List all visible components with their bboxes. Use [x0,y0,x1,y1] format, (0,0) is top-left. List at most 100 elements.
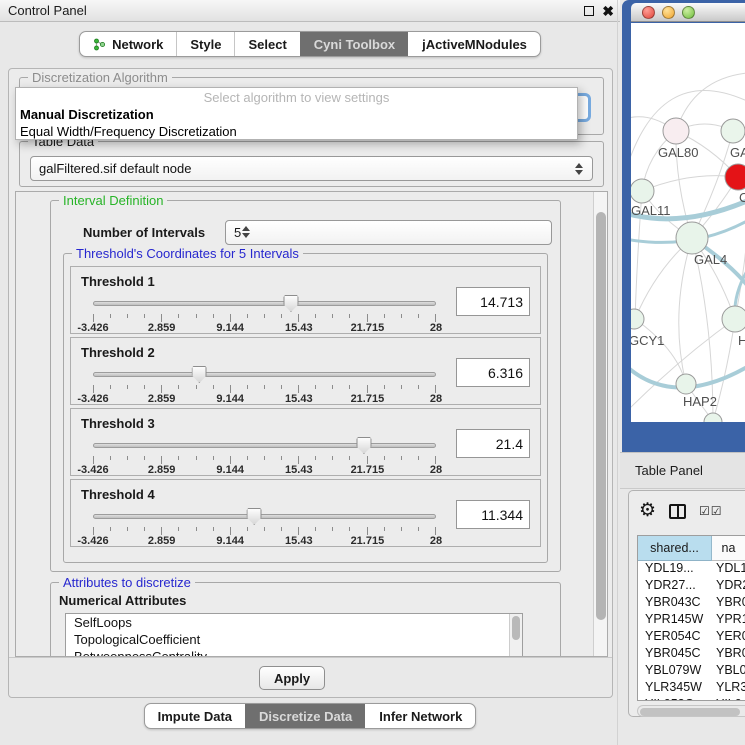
network-node-gcy1[interactable] [631,309,644,329]
control-panel-tabs: Network Style Select Cyni Toolbox jActiveMNo… [79,31,541,57]
cell-name: YPR1 [712,612,745,629]
slider-thumb[interactable] [283,295,298,312]
tab-infer-network[interactable]: Infer Network [365,704,475,728]
apply-row: Apply [9,657,612,697]
table-row[interactable]: YLR345WYLR3 [638,680,745,697]
network-node-gal80[interactable] [663,118,689,144]
scale-tick-label: 15.43 [285,393,313,405]
table-panel: ⚙ ☑☑ shared... na YDL19...YDL1YDR27...YD… [628,490,745,717]
gear-icon[interactable]: ⚙ [639,499,656,523]
slider-thumb[interactable] [356,437,371,454]
vertical-scrollbar[interactable] [593,192,607,656]
slider-thumb[interactable] [247,508,262,525]
select-columns-checkboxes-icon[interactable]: ☑☑ [699,504,723,518]
cyni-toolbox-panel: Discretization Algorithm Table Data galF… [8,68,613,698]
table-row[interactable]: YDR27...YDR2 [638,578,745,595]
cell-name: YDL1 [712,561,745,578]
apply-button[interactable]: Apply [259,666,325,690]
table-row[interactable]: YBR043CYBR0 [638,595,745,612]
network-node-bottom-partial[interactable] [704,413,722,422]
network-node-h-partial[interactable] [722,306,745,332]
network-canvas[interactable]: GAL80GACGAL11GAL4GCY1HHAP2 [631,23,745,422]
network-node-hap2[interactable] [676,374,696,394]
number-of-intervals-label: Number of Intervals [83,225,225,240]
table-row[interactable]: YPR145WYPR1 [638,612,745,629]
threshold-slider[interactable]: -3.4262.8599.14415.4321.71528 [85,437,444,475]
threshold-label: Threshold 4 [81,487,155,502]
slider-thumb[interactable] [192,366,207,383]
slider-track[interactable] [93,514,436,519]
number-of-intervals-combobox[interactable]: 5 [225,220,552,245]
table-row[interactable]: YBR045CYBR0 [638,646,745,663]
threshold-coordinates-group: Threshold's Coordinates for 5 Intervals … [63,253,548,563]
columns-icon[interactable] [669,504,686,519]
cell-shared-name: YLR345W [638,680,712,697]
scrollbar-thumb[interactable] [640,708,740,716]
tab-label: Impute Data [158,709,232,724]
scale-tick-label: 9.144 [216,535,244,547]
tab-cyni-toolbox[interactable]: Cyni Toolbox [300,32,408,56]
tab-label: Cyni Toolbox [314,37,395,52]
slider-scale-labels: -3.4262.8599.14415.4321.71528 [93,322,436,334]
threshold-slider[interactable]: -3.4262.8599.14415.4321.71528 [85,295,444,333]
column-header-shared-name[interactable]: shared... [638,536,712,561]
threshold-slider[interactable]: -3.4262.8599.14415.4321.71528 [85,508,444,546]
zoom-traffic-light-icon[interactable] [682,6,695,19]
threshold-value-field[interactable] [456,500,530,529]
threshold-value-field[interactable] [456,429,530,458]
close-icon[interactable]: ✖ [602,2,614,20]
slider-ticks [93,527,436,535]
table-row[interactable]: YBL079WYBL0 [638,663,745,680]
right-panels: GAL80GACGAL11GAL4GCY1HHAP2 Table Panel ⚙… [620,0,745,745]
threshold-row: Threshold 3 -3.4262.8599.14415.4321.7152… [70,408,541,476]
numerical-attributes-list[interactable]: SelfLoopsTopologicalCoefficientBetweenne… [65,613,523,657]
table-row[interactable]: YER054CYER0 [638,629,745,646]
tab-discretize-data[interactable]: Discretize Data [245,704,365,728]
scrollbar-thumb[interactable] [596,212,606,620]
threshold-row: Threshold 4 -3.4262.8599.14415.4321.7152… [70,479,541,547]
panel-divider [617,0,618,745]
cell-shared-name: YBR045C [638,646,712,663]
scale-tick-label: 15.43 [285,322,313,334]
slider-track[interactable] [93,301,436,306]
dropdown-option-manual-discretization[interactable]: Manual Discretization [16,106,577,123]
close-traffic-light-icon[interactable] [642,6,655,19]
threshold-value-field[interactable] [456,287,530,316]
list-scrollbar[interactable] [509,614,522,657]
attribute-list-item[interactable]: SelfLoops [66,614,522,631]
dropdown-option-equal-width-frequency[interactable]: Equal Width/Frequency Discretization [16,123,577,140]
attribute-list-item[interactable]: TopologicalCoefficient [66,631,522,648]
cell-name: YER0 [712,629,745,646]
network-node-gal-partial[interactable] [721,119,745,143]
threshold-value-field[interactable] [456,358,530,387]
control-panel-titlebar: Control Panel ✖ [0,0,620,22]
cell-name: YIL0 [712,697,745,701]
combobox-value: galFiltered.sif default node [39,161,574,176]
network-node-red-node[interactable] [725,164,745,190]
threshold-slider[interactable]: -3.4262.8599.14415.4321.71528 [85,366,444,404]
horizontal-scrollbar[interactable] [637,705,745,717]
minimize-traffic-light-icon[interactable] [662,6,675,19]
scale-tick-label: 9.144 [216,464,244,476]
network-node-gal4[interactable] [676,222,708,254]
node-label-h-partial: H [738,333,745,348]
attribute-list-item[interactable]: BetweennessCentrality [66,648,522,657]
table-data-combobox[interactable]: galFiltered.sif default node [30,156,593,181]
tab-style[interactable]: Style [176,32,234,56]
tab-network[interactable]: Network [80,32,176,56]
network-node-gal11[interactable] [631,179,654,203]
node-label-hap2: HAP2 [683,394,717,409]
tab-jactivemnodules[interactable]: jActiveMNodules [408,32,540,56]
slider-track[interactable] [93,443,436,448]
float-window-icon[interactable] [584,6,594,16]
table-row[interactable]: YDL19...YDL1 [638,561,745,578]
tab-label: Style [190,37,221,52]
tab-impute-data[interactable]: Impute Data [145,704,245,728]
slider-track[interactable] [93,372,436,377]
scale-tick-label: 15.43 [285,464,313,476]
table-row[interactable]: YIL052CYIL0 [638,697,745,701]
column-header-name[interactable]: na [712,536,745,561]
combobox-stepper-icon [241,226,251,238]
control-panel: Control Panel ✖ Network Style Select Cyni T… [0,0,620,745]
tab-select[interactable]: Select [234,32,299,56]
